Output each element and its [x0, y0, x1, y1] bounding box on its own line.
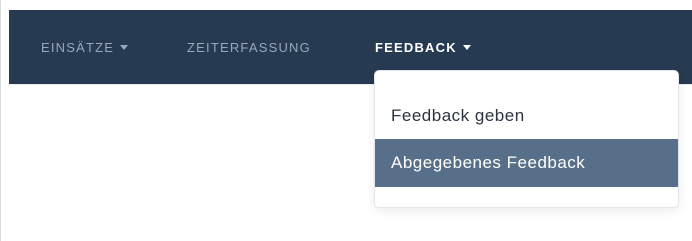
caret-down-icon	[120, 45, 129, 50]
nav-item-zeiterfassung-label: ZEITERFASSUNG	[187, 39, 311, 55]
dropdown-item-feedback-geben-label: Feedback geben	[391, 106, 525, 125]
nav-item-feedback-label: FEEDBACK	[375, 39, 457, 55]
nav-item-zeiterfassung[interactable]: ZEITERFASSUNG	[187, 38, 311, 56]
dropdown-item-abgegebenes-feedback[interactable]: Abgegebenes Feedback	[375, 139, 678, 187]
nav-item-einsaetze[interactable]: EINSÄTZE	[41, 38, 129, 56]
dropdown-item-feedback-geben[interactable]: Feedback geben	[375, 92, 678, 140]
feedback-dropdown-menu: Feedback geben Abgegebenes Feedback	[374, 70, 679, 208]
nav-item-feedback[interactable]: FEEDBACK	[375, 38, 471, 56]
dropdown-item-abgegebenes-feedback-label: Abgegebenes Feedback	[391, 153, 586, 172]
nav-item-einsaetze-label: EINSÄTZE	[41, 39, 115, 55]
app-frame: EINSÄTZE ZEITERFASSUNG FEEDBACK Feedback…	[0, 0, 692, 241]
caret-down-icon	[462, 45, 471, 50]
